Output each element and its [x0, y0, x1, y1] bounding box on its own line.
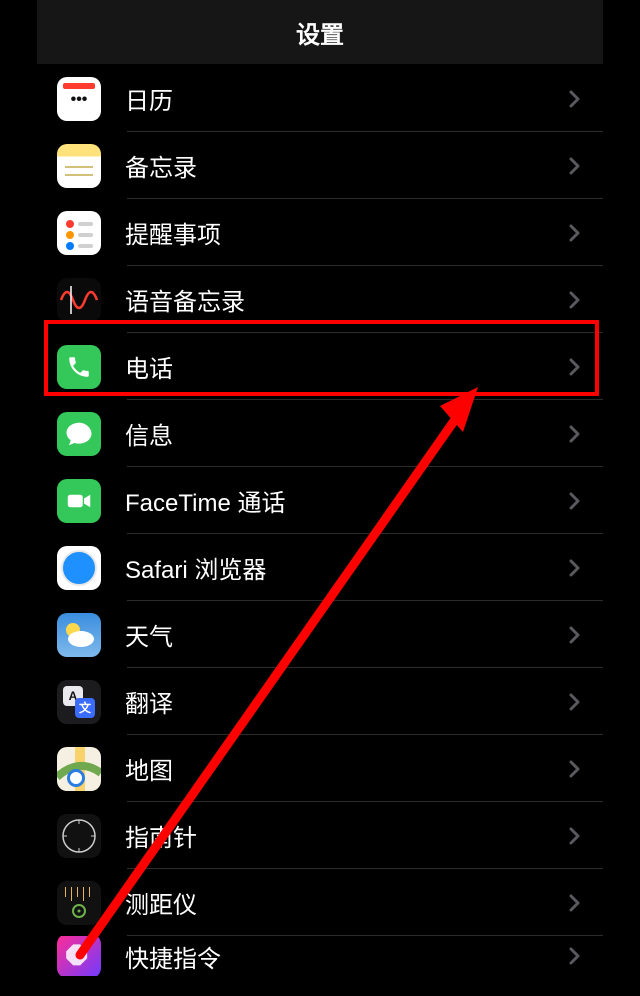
settings-item-label: 天气 — [125, 617, 565, 652]
chevron-right-icon — [565, 492, 585, 510]
settings-item-translate[interactable]: A文 翻译 — [37, 668, 603, 735]
calendar-icon: ••• — [57, 77, 101, 121]
chevron-right-icon — [565, 425, 585, 443]
settings-item-label: 翻译 — [125, 684, 565, 719]
weather-icon — [57, 613, 101, 657]
settings-item-measure[interactable]: 测距仪 — [37, 869, 603, 936]
settings-item-label: 测距仪 — [125, 885, 565, 920]
measure-icon — [57, 881, 101, 925]
settings-item-notes[interactable]: 备忘录 — [37, 132, 603, 199]
translate-icon: A文 — [57, 680, 101, 724]
settings-item-label: 提醒事项 — [125, 215, 565, 250]
page-title: 设置 — [296, 15, 344, 50]
shortcuts-icon — [57, 936, 101, 976]
settings-item-label: 快捷指令 — [125, 939, 565, 974]
settings-item-label: 语音备忘录 — [125, 282, 565, 317]
facetime-icon — [57, 479, 101, 523]
safari-icon — [57, 546, 101, 590]
chevron-right-icon — [565, 894, 585, 912]
settings-item-label: 电话 — [125, 349, 565, 384]
phone-icon — [57, 345, 101, 389]
settings-item-shortcuts[interactable]: 快捷指令 — [37, 936, 603, 976]
compass-icon — [57, 814, 101, 858]
settings-item-messages[interactable]: 信息 — [37, 400, 603, 467]
chevron-right-icon — [565, 291, 585, 309]
settings-item-voice-memos[interactable]: 语音备忘录 — [37, 266, 603, 333]
settings-item-maps[interactable]: 地图 — [37, 735, 603, 802]
settings-item-label: 日历 — [125, 81, 565, 116]
settings-item-safari[interactable]: Safari 浏览器 — [37, 534, 603, 601]
notes-icon — [57, 144, 101, 188]
settings-item-label: 信息 — [125, 416, 565, 451]
settings-item-label: Safari 浏览器 — [125, 550, 565, 585]
chevron-right-icon — [565, 358, 585, 376]
settings-screen: 设置 ••• 日历 备忘录 — [37, 0, 603, 996]
settings-item-label: 地图 — [125, 751, 565, 786]
settings-item-phone[interactable]: 电话 — [37, 333, 603, 400]
settings-item-label: FaceTime 通话 — [125, 483, 565, 518]
settings-item-compass[interactable]: 指南针 — [37, 802, 603, 869]
voice-memos-icon — [57, 278, 101, 322]
chevron-right-icon — [565, 90, 585, 108]
messages-icon — [57, 412, 101, 456]
chevron-right-icon — [565, 760, 585, 778]
settings-item-weather[interactable]: 天气 — [37, 601, 603, 668]
maps-icon — [57, 747, 101, 791]
chevron-right-icon — [565, 693, 585, 711]
chevron-right-icon — [565, 626, 585, 644]
chevron-right-icon — [565, 157, 585, 175]
chevron-right-icon — [565, 827, 585, 845]
chevron-right-icon — [565, 559, 585, 577]
reminders-icon — [57, 211, 101, 255]
settings-item-calendar[interactable]: ••• 日历 — [37, 65, 603, 132]
settings-item-facetime[interactable]: FaceTime 通话 — [37, 467, 603, 534]
chevron-right-icon — [565, 224, 585, 242]
header: 设置 — [37, 0, 603, 65]
settings-list: ••• 日历 备忘录 提醒事项 — [37, 65, 603, 976]
settings-item-reminders[interactable]: 提醒事项 — [37, 199, 603, 266]
settings-item-label: 指南针 — [125, 818, 565, 853]
chevron-right-icon — [565, 947, 585, 965]
settings-item-label: 备忘录 — [125, 148, 565, 183]
